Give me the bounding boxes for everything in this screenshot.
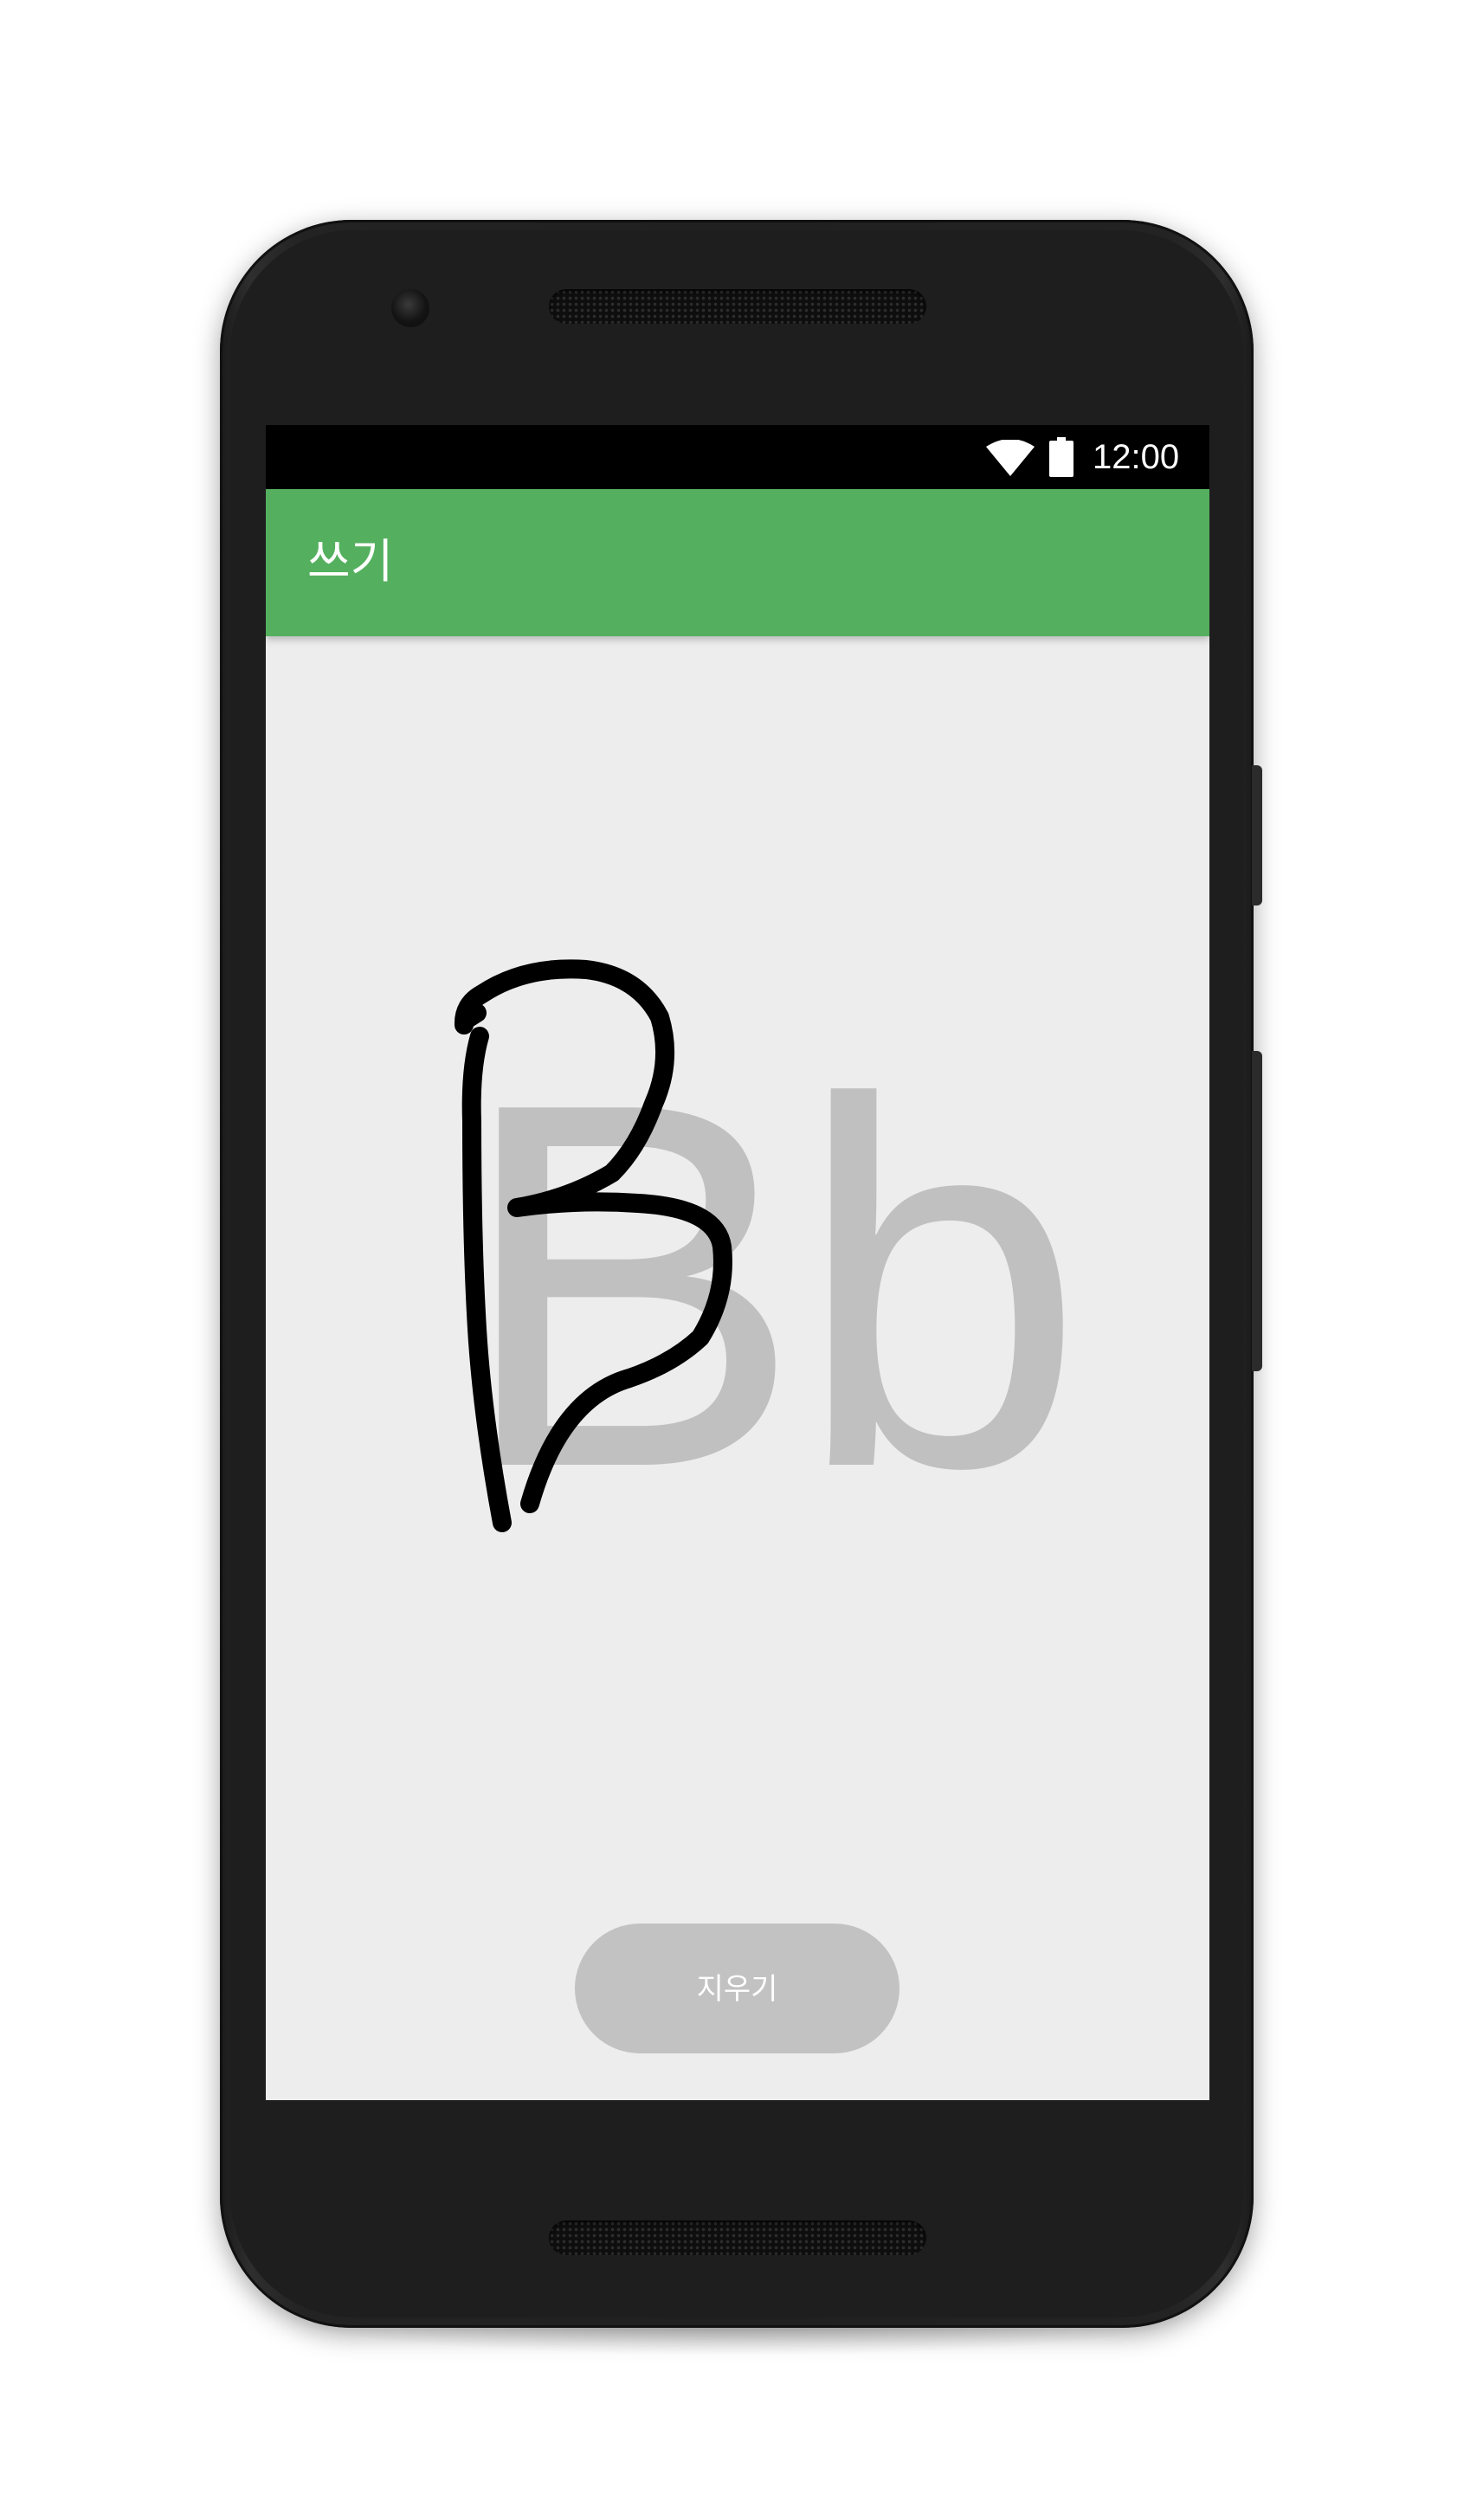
stroke-upper-bowl xyxy=(455,959,732,1513)
volume-button xyxy=(1252,1051,1262,1371)
drawing-canvas[interactable]: Bb 지우기 xyxy=(266,636,1209,2100)
stroke-tail xyxy=(458,1003,487,1028)
front-camera xyxy=(391,289,429,327)
stroke-stem xyxy=(461,1027,512,1532)
status-bar: 12:00 xyxy=(266,425,1209,489)
page-title: 쓰기 xyxy=(307,534,394,589)
handwriting-stroke xyxy=(455,959,732,1532)
earpiece-speaker xyxy=(549,289,926,324)
wifi-icon xyxy=(986,440,1035,476)
clear-button[interactable]: 지우기 xyxy=(575,1924,899,2053)
power-button xyxy=(1252,765,1262,906)
app-bar: 쓰기 xyxy=(266,489,1209,636)
status-time: 12:00 xyxy=(1093,438,1180,476)
battery-icon xyxy=(1049,437,1073,477)
phone-screen: 12:00 쓰기 Bb 지우기 xyxy=(266,425,1209,2100)
bottom-speaker xyxy=(549,2220,926,2255)
device-mockup: 12:00 쓰기 Bb 지우기 xyxy=(0,0,1470,2520)
